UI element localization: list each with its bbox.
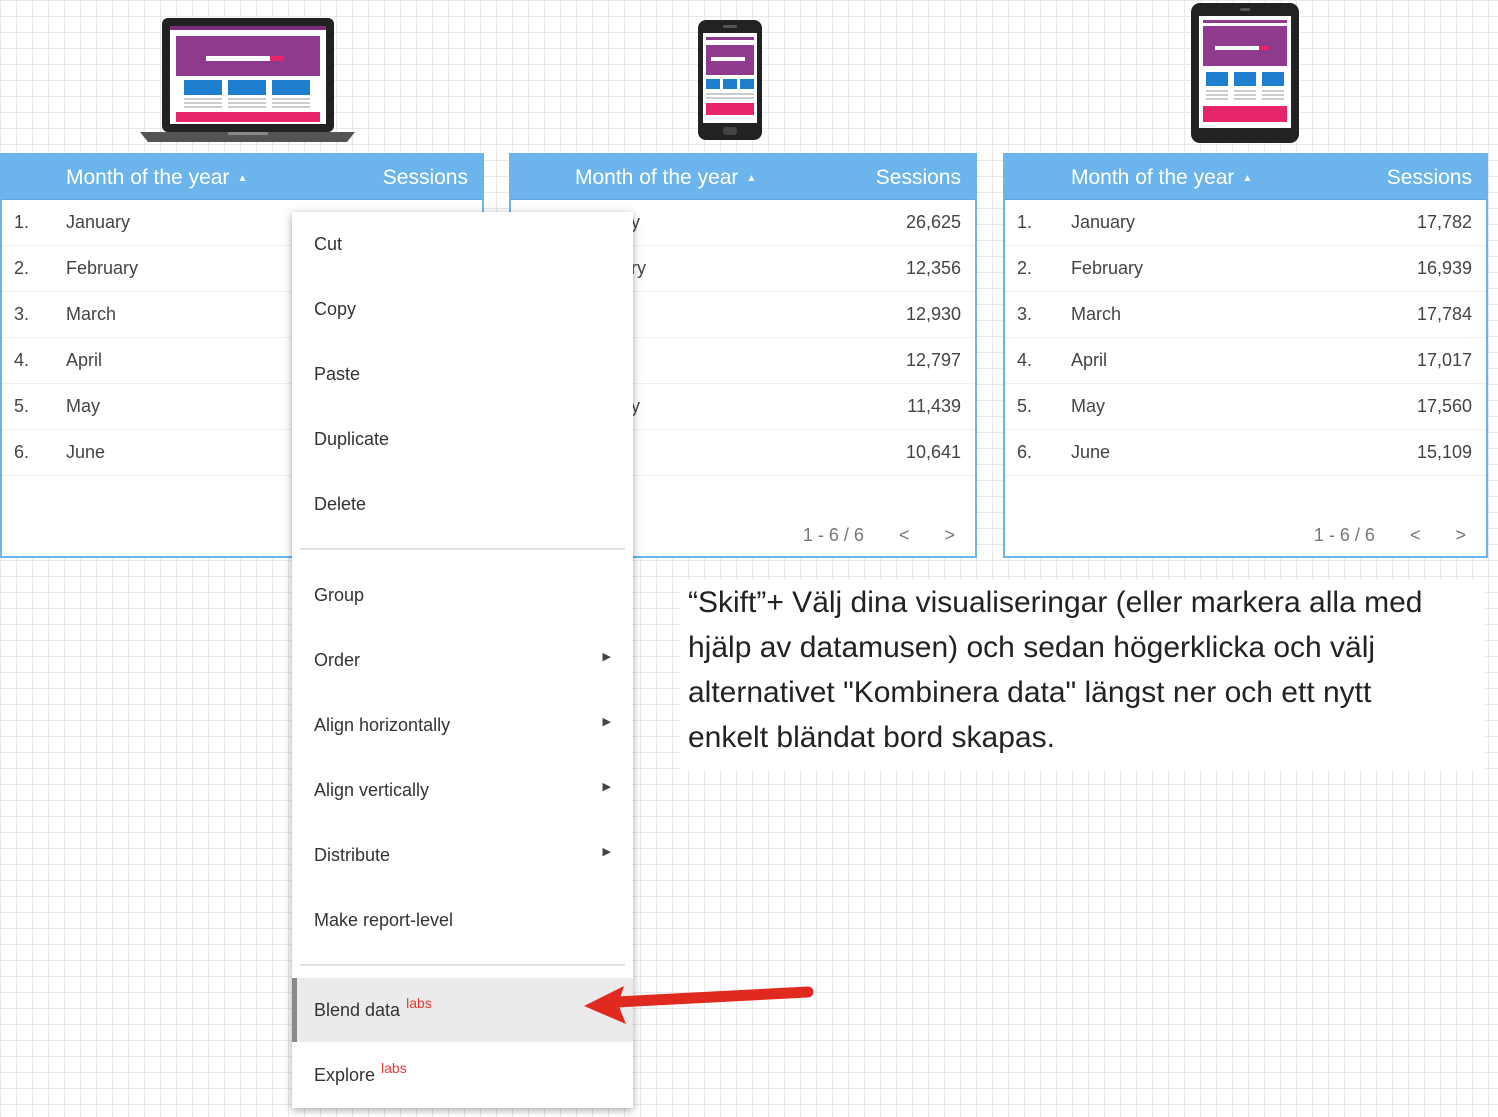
menu-item-order[interactable]: Order ▶ [292, 628, 633, 692]
caret-right-icon: ▶ [602, 781, 611, 793]
menu-divider [300, 964, 625, 966]
header-month[interactable]: Month of the year ▲ [66, 166, 247, 190]
table-header: Month of the year ▲ Sessions [2, 155, 482, 200]
table-row: 4. April 17,017 [1005, 338, 1486, 384]
header-sessions[interactable]: Sessions [383, 166, 468, 190]
table-row: 2. February 16,939 [1005, 246, 1486, 292]
menu-item-explore[interactable]: Explore labs [292, 1043, 633, 1107]
table-header: Month of the year ▲ Sessions [1005, 155, 1486, 200]
menu-item-delete[interactable]: Delete [292, 472, 633, 536]
pagination-label: 1 - 6 / 6 [802, 525, 864, 545]
caption-line: enkelt bländat bord skapas. [688, 721, 1055, 754]
menu-item-make-report-level[interactable]: Make report-level [292, 888, 633, 952]
menu-divider [300, 548, 625, 550]
header-month[interactable]: Month of the year ▲ [575, 166, 756, 190]
red-arrow-icon [584, 986, 814, 1024]
pagination-label: 1 - 6 / 6 [1313, 525, 1375, 545]
menu-item-copy[interactable]: Copy [292, 277, 633, 341]
caption-line: “Skift”+ Välj dina visualiseringar (elle… [688, 586, 1423, 619]
menu-item-align-horizontally[interactable]: Align horizontally ▶ [292, 693, 633, 757]
context-menu: Cut Copy Paste Duplicate Delete Group Or… [292, 212, 633, 1108]
labs-badge: labs [381, 1060, 407, 1076]
menu-item-cut[interactable]: Cut [292, 212, 633, 276]
labs-badge: labs [406, 995, 432, 1011]
header-sessions[interactable]: Sessions [876, 166, 961, 190]
instruction-caption: “Skift”+ Välj dina visualiseringar (elle… [680, 580, 1485, 770]
phone-icon [698, 20, 762, 140]
sort-up-icon[interactable]: ▲ [746, 173, 756, 184]
caption-line: hjälp av datamusen) och sedan högerklick… [688, 631, 1376, 664]
chevron-right-icon[interactable]: > [944, 525, 955, 545]
caret-right-icon: ▶ [602, 651, 611, 663]
sort-up-icon[interactable]: ▲ [237, 173, 247, 184]
header-month[interactable]: Month of the year ▲ [1071, 166, 1252, 190]
pagination: 1 - 6 / 6 < > [803, 525, 955, 546]
caret-right-icon: ▶ [602, 716, 611, 728]
table-row: 1. January 17,782 [1005, 200, 1486, 246]
table-tablet[interactable]: Month of the year ▲ Sessions 1. January 17,… [1003, 153, 1488, 558]
menu-item-distribute[interactable]: Distribute ▶ [292, 823, 633, 887]
laptop-icon [140, 18, 355, 142]
header-sessions[interactable]: Sessions [1387, 166, 1472, 190]
table-row: 6. June 15,109 [1005, 430, 1486, 476]
caption-line: alternativet "Kombinera data" längst ner… [688, 676, 1372, 709]
chevron-left-icon[interactable]: < [899, 525, 910, 545]
tablet-icon [1191, 3, 1299, 143]
pagination: 1 - 6 / 6 < > [1314, 525, 1466, 546]
chevron-left-icon[interactable]: < [1410, 525, 1421, 545]
menu-item-paste[interactable]: Paste [292, 342, 633, 406]
menu-item-duplicate[interactable]: Duplicate [292, 407, 633, 471]
menu-item-group[interactable]: Group [292, 563, 633, 627]
caret-right-icon: ▶ [602, 846, 611, 858]
table-header: Month of the year ▲ Sessions [511, 155, 975, 200]
sort-up-icon[interactable]: ▲ [1242, 173, 1252, 184]
menu-item-align-vertically[interactable]: Align vertically ▶ [292, 758, 633, 822]
table-row: 5. May 17,560 [1005, 384, 1486, 430]
chevron-right-icon[interactable]: > [1455, 525, 1466, 545]
table-row: 3. March 17,784 [1005, 292, 1486, 338]
